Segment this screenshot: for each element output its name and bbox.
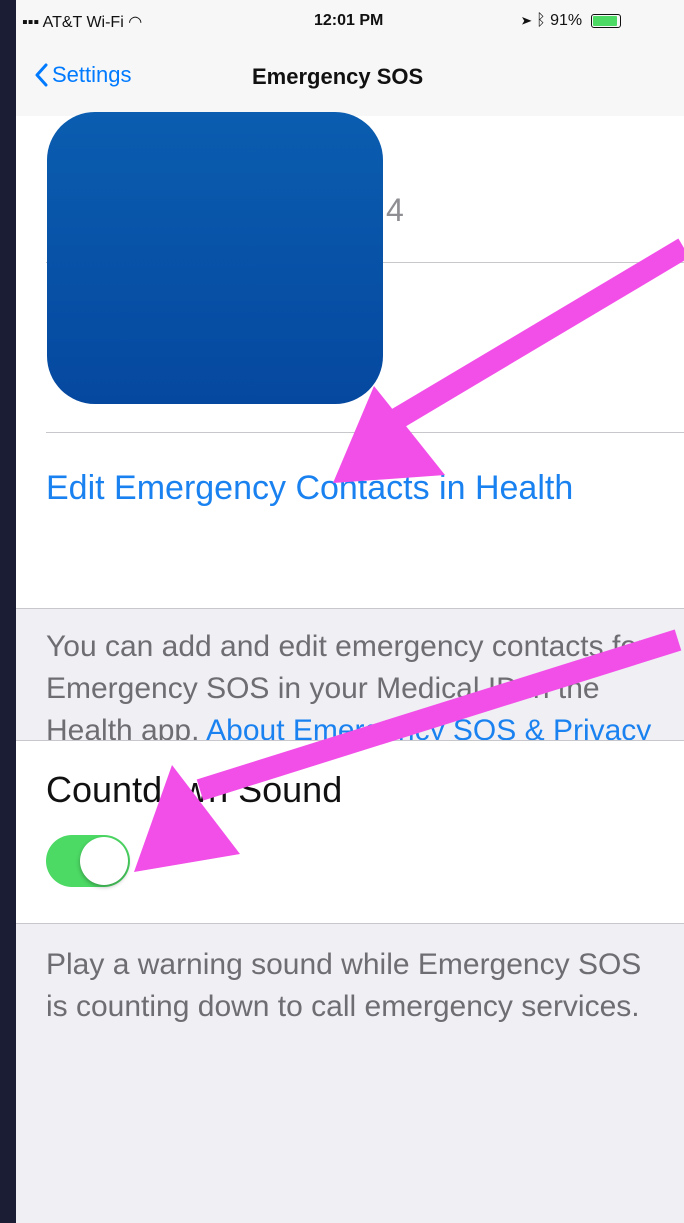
page-title: Emergency SOS <box>252 64 424 89</box>
edit-emergency-contacts-link[interactable]: Edit Emergency Contacts in Health <box>46 462 606 514</box>
status-time: 12:01 PM <box>314 12 384 29</box>
phone-screen: ▪▪▪ AT&T Wi-Fi ◠ 12:01 PM ➤ ᛒ 91% Settin… <box>16 0 684 1223</box>
toggle-knob <box>80 837 128 885</box>
status-right: ➤ ᛒ 91% <box>522 12 621 30</box>
location-icon: ➤ <box>522 12 532 29</box>
countdown-footer: Play a warning sound while Emergency SOS… <box>46 948 642 1023</box>
contact-row-partial: 4 <box>386 192 404 228</box>
countdown-sound-section: Countdown Sound <box>16 740 684 924</box>
carrier-label: ▪▪▪ AT&T Wi-Fi ◠ <box>22 14 143 31</box>
status-bar: ▪▪▪ AT&T Wi-Fi ◠ 12:01 PM ➤ ᛒ 91% <box>16 0 684 44</box>
navigation-bar: Settings Emergency SOS <box>16 44 684 117</box>
countdown-sound-label: Countdown Sound <box>46 769 343 810</box>
blue-app-icon-overlay <box>47 112 383 404</box>
back-label: Settings <box>52 62 132 87</box>
battery-icon <box>590 13 621 28</box>
row-separator <box>46 432 684 433</box>
wifi-icon: ◠ <box>128 14 143 31</box>
bluetooth-icon: ᛒ <box>536 12 546 29</box>
countdown-sound-toggle[interactable] <box>46 835 130 887</box>
back-button[interactable]: Settings <box>34 62 132 88</box>
signal-icon: ▪▪▪ <box>22 14 43 31</box>
chevron-left-icon <box>35 63 48 87</box>
contacts-footer: You can add and edit emergency contacts … <box>46 626 656 752</box>
battery-percent: 91% <box>550 12 583 29</box>
